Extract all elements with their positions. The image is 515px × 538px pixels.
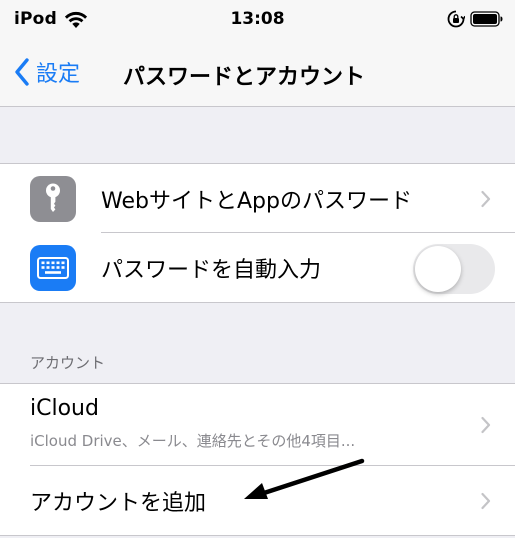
back-label: 設定 (36, 62, 81, 87)
keyboard-icon (30, 245, 76, 291)
websites-apps-passwords-label: WebサイトとAppのパスワード (101, 188, 412, 214)
accounts-section-header: アカウント (30, 354, 106, 372)
clock: 13:08 (230, 9, 285, 29)
icloud-account-row[interactable]: iCloud iCloud Drive、メール、連絡先とその他4項目... (0, 384, 515, 466)
accounts-group: iCloud iCloud Drive、メール、連絡先とその他4項目... アカ… (0, 383, 515, 536)
add-account-row[interactable]: アカウントを追加 (0, 466, 515, 535)
passwords-group: WebサイトとAppのパスワード パスワードを自動入力 (0, 163, 515, 303)
icloud-title: iCloud (30, 396, 99, 421)
autofill-passwords-label: パスワードを自動入力 (101, 257, 322, 283)
battery-icon (470, 11, 503, 27)
chevron-right-icon (481, 492, 491, 509)
websites-apps-passwords-row[interactable]: WebサイトとAppのパスワード (0, 164, 515, 233)
navigation-bar: 設定 パスワードとアカウント (0, 40, 515, 107)
key-icon (30, 176, 76, 222)
autofill-toggle[interactable] (413, 244, 495, 294)
back-chevron-icon (15, 58, 29, 86)
icloud-subtitle: iCloud Drive、メール、連絡先とその他4項目... (30, 432, 356, 450)
back-button[interactable]: 設定 (14, 50, 80, 94)
add-account-label: アカウントを追加 (30, 490, 207, 516)
autofill-passwords-row: パスワードを自動入力 (0, 233, 515, 302)
chevron-right-icon (481, 190, 491, 207)
rotation-lock-icon (447, 10, 465, 28)
section-spacer (0, 107, 515, 163)
toggle-knob (415, 246, 461, 292)
status-bar: iPod 13:08 (0, 0, 515, 40)
chevron-right-icon (481, 416, 491, 434)
page-title: パスワードとアカウント (123, 65, 366, 90)
